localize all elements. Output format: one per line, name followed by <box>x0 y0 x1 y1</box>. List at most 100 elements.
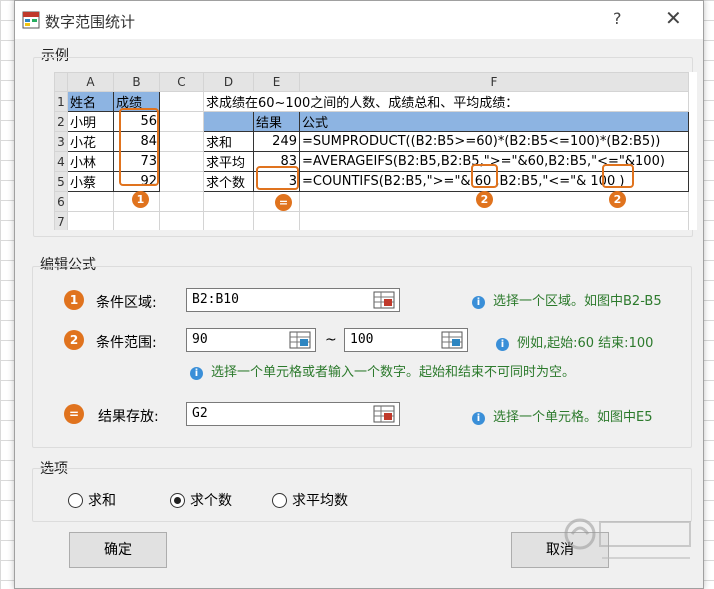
info-icon: i <box>190 367 203 380</box>
cell <box>203 211 254 230</box>
option-count-label: 求个数 <box>190 493 232 509</box>
cell <box>203 111 254 132</box>
cell <box>299 191 689 212</box>
option-sum-label: 求和 <box>88 493 116 509</box>
range-end-input[interactable]: 100 <box>344 328 468 352</box>
option-sum-radio[interactable]: 求和 <box>68 490 116 510</box>
column-header: B <box>113 72 160 92</box>
range-picker-icon[interactable] <box>289 331 311 349</box>
range-hint-text: 例如,起始:60 结束:100 <box>517 336 654 351</box>
student-name-cell: 小花 <box>67 131 114 152</box>
result-header-cell: 结果 <box>253 111 300 132</box>
option-average-label: 求平均数 <box>292 493 348 509</box>
badge-equals: = <box>275 194 292 211</box>
cancel-button[interactable]: 取消 <box>511 532 609 568</box>
result-location-hint: i 选择一个单元格。如图中E5 <box>472 406 653 425</box>
range-picker-icon[interactable] <box>373 291 395 309</box>
condition-range-label: 条件范围: <box>96 335 157 351</box>
badge-two: 2 <box>476 191 493 208</box>
cell <box>159 151 204 172</box>
radio-circle[interactable] <box>272 492 287 508</box>
row-header: 3 <box>54 131 68 152</box>
range-end-value: 100 <box>350 332 374 347</box>
student-name-cell: 小明 <box>67 111 114 132</box>
result-location-input[interactable]: G2 <box>186 402 400 426</box>
info-icon: i <box>472 412 485 425</box>
column-header: D <box>203 72 254 92</box>
column-header: E <box>253 72 300 92</box>
options-group <box>32 468 692 522</box>
close-button[interactable]: ✕ <box>665 6 682 30</box>
range-note: i 选择一个单元格或者输入一个数字。起始和结束不可同时为空。 <box>190 361 575 380</box>
badge-one: 1 <box>132 191 149 208</box>
cell <box>159 211 204 230</box>
result-location-label: 结果存放: <box>98 409 159 425</box>
score-range-highlight <box>119 108 159 186</box>
row-header: 2 <box>54 111 68 132</box>
student-name-cell: 小林 <box>67 151 114 172</box>
title-bar: 数字范围统计 ? ✕ <box>15 1 703 39</box>
condition-area-hint: i 选择一个区域。如图中B2-B5 <box>472 290 662 309</box>
row-header: 4 <box>54 151 68 172</box>
column-header-row: A B C D E F <box>54 72 689 92</box>
option-average-radio[interactable]: 求平均数 <box>272 490 348 510</box>
range-hint: i 例如,起始:60 结束:100 <box>496 332 653 351</box>
start-value-highlight <box>471 164 498 188</box>
info-icon: i <box>472 296 485 309</box>
cell <box>159 191 204 212</box>
cell <box>299 211 689 230</box>
row-header: 6 <box>54 191 68 212</box>
calc-result-cell: 249 <box>253 131 300 152</box>
badge-two: 2 <box>64 330 84 350</box>
ok-button[interactable]: 确定 <box>69 532 167 568</box>
cell <box>159 91 204 112</box>
range-picker-icon[interactable] <box>441 331 463 349</box>
cell <box>159 171 204 192</box>
cell <box>113 211 160 230</box>
app-icon <box>22 11 40 29</box>
condition-area-hint-text: 选择一个区域。如图中B2-B5 <box>493 294 662 309</box>
table-row: 6 <box>54 191 689 212</box>
name-header-cell: 姓名 <box>67 91 114 112</box>
description-cell: 求成绩在60~100之间的人数、成绩总和、平均成绩： <box>203 91 689 112</box>
cell <box>67 191 114 212</box>
formula-header-cell: 公式 <box>299 111 689 132</box>
cell <box>253 211 300 230</box>
condition-area-label: 条件区域: <box>96 295 157 311</box>
cell <box>203 191 254 212</box>
badge-one: 1 <box>64 290 84 310</box>
student-name-cell: 小蔡 <box>67 171 114 192</box>
cell <box>159 111 204 132</box>
range-note-text: 选择一个单元格或者输入一个数字。起始和结束不可同时为空。 <box>211 365 576 380</box>
result-location-value: G2 <box>192 406 208 421</box>
range-picker-icon[interactable] <box>373 405 395 423</box>
range-start-value: 90 <box>192 332 208 347</box>
radio-circle[interactable] <box>68 492 83 508</box>
calc-label-cell: 求个数 <box>203 171 254 192</box>
column-header: A <box>67 72 114 92</box>
result-cell-highlight <box>256 166 299 190</box>
radio-circle[interactable] <box>170 492 185 508</box>
calc-formula-cell: =SUMPRODUCT((B2:B5>=60)*(B2:B5<=100)*(B2… <box>299 131 689 152</box>
row-header: 5 <box>54 171 68 192</box>
condition-area-value: B2:B10 <box>192 292 239 307</box>
calc-label-cell: 求平均 <box>203 151 254 172</box>
badge-equals: = <box>64 404 84 424</box>
info-icon: i <box>496 338 509 351</box>
range-start-input[interactable]: 90 <box>186 328 316 352</box>
result-location-hint-text: 选择一个单元格。如图中E5 <box>493 410 653 425</box>
column-header: C <box>159 72 204 92</box>
range-separator: ~ <box>325 332 337 348</box>
table-row: 7 <box>54 211 689 230</box>
window-title: 数字范围统计 <box>45 13 136 31</box>
column-header: F <box>299 72 689 92</box>
calc-label-cell: 求和 <box>203 131 254 152</box>
row-header: 1 <box>54 91 68 112</box>
option-count-radio[interactable]: 求个数 <box>170 490 232 510</box>
help-button[interactable]: ? <box>613 9 622 28</box>
end-value-highlight <box>602 164 634 188</box>
cell <box>67 211 114 230</box>
row-header: 7 <box>54 211 68 230</box>
corner-cell <box>54 72 68 92</box>
condition-area-input[interactable]: B2:B10 <box>186 288 400 312</box>
